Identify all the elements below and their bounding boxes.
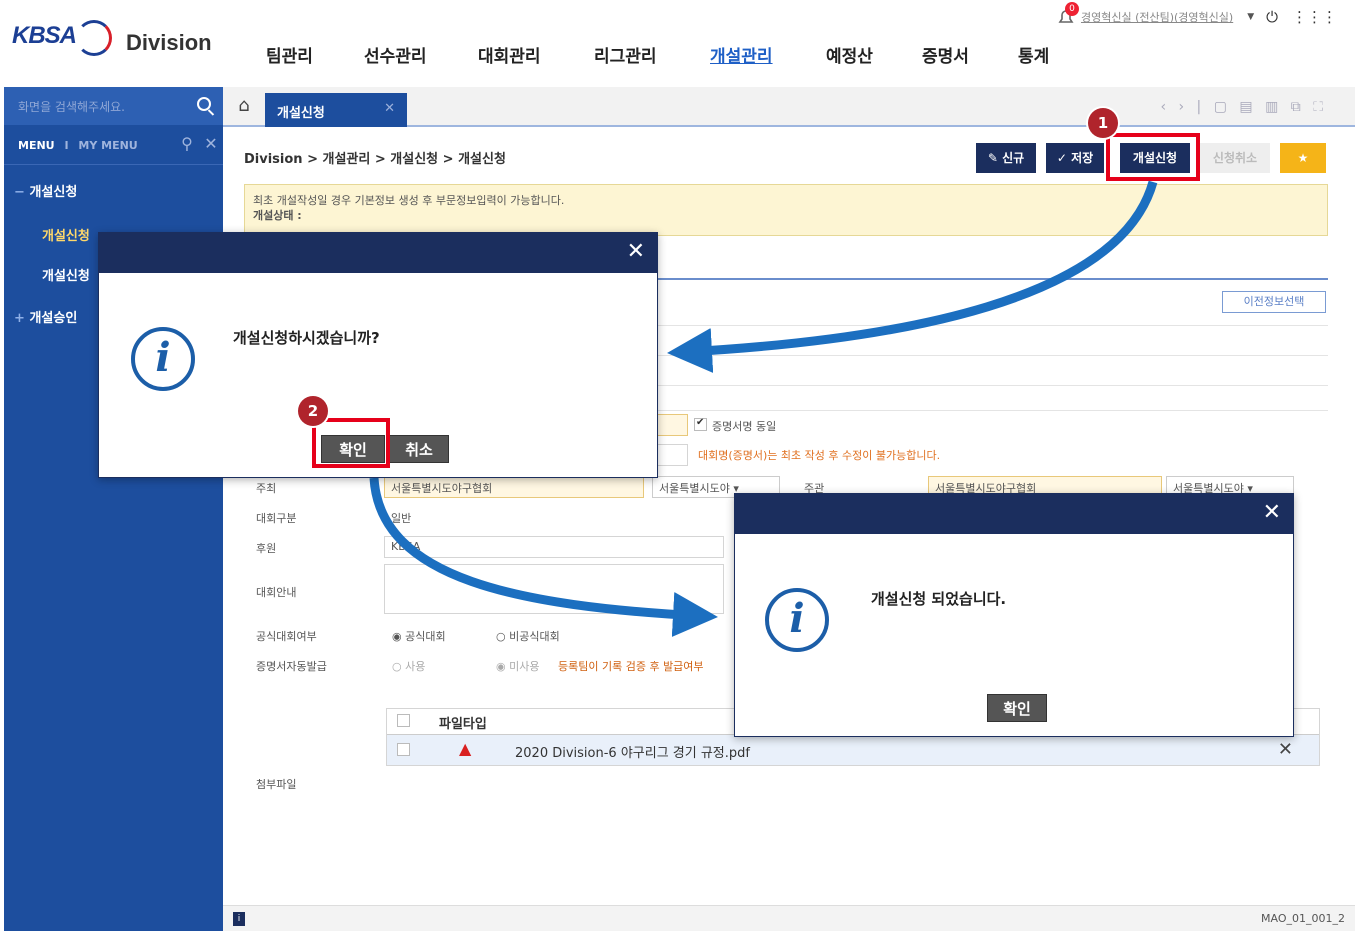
success-message: 개설신청 되었습니다. bbox=[871, 590, 1007, 608]
confirm-message: 개설신청하시겠습니까? bbox=[233, 329, 380, 347]
step-badge-2: 2 bbox=[298, 396, 328, 426]
dialog-header: ✕ bbox=[735, 494, 1293, 534]
close-icon[interactable]: ✕ bbox=[1263, 500, 1281, 525]
info-icon: i bbox=[131, 327, 195, 391]
dialog-header: ✕ bbox=[99, 233, 657, 273]
highlight-box-2 bbox=[312, 418, 390, 468]
close-icon[interactable]: ✕ bbox=[627, 239, 645, 264]
success-dialog: ✕ i 개설신청 되었습니다. 확인 bbox=[734, 493, 1294, 737]
success-ok-button[interactable]: 확인 bbox=[987, 694, 1047, 722]
info-icon: i bbox=[765, 588, 829, 652]
confirm-cancel-button[interactable]: 취소 bbox=[389, 435, 449, 463]
